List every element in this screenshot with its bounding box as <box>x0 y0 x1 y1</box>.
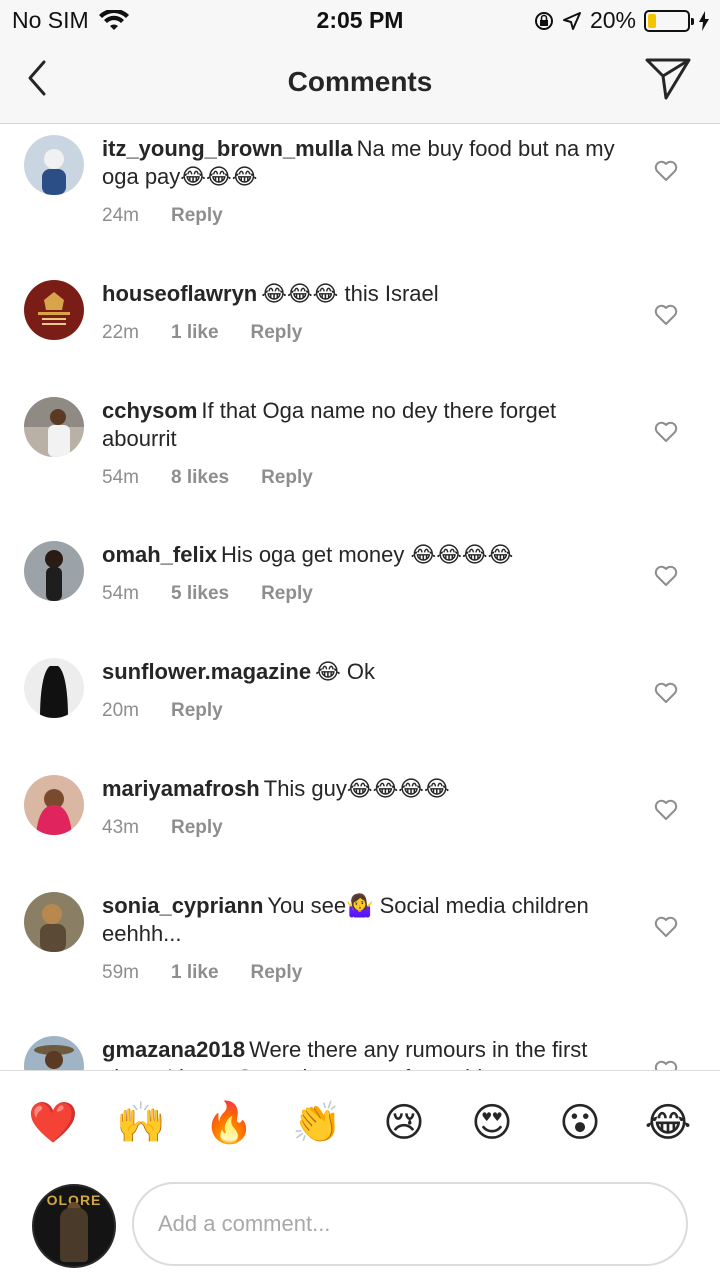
status-bar: No SIM 2:05 PM 20% <box>0 0 720 40</box>
comments-list[interactable]: itz_young_brown_mulla Na me buy food but … <box>0 125 720 1070</box>
emoji-fire-button[interactable]: 🔥 <box>204 1099 254 1147</box>
status-right: 20% <box>534 7 710 34</box>
avatar-person <box>60 1208 88 1262</box>
heart-icon[interactable] <box>654 421 678 443</box>
comment-time: 54m <box>102 583 139 604</box>
comment-likes[interactable]: 1 like <box>171 962 219 984</box>
reply-button[interactable]: Reply <box>171 205 223 227</box>
comment-meta: 59m 1 like Reply <box>102 962 622 984</box>
comment-username[interactable]: gmazana2018 <box>102 1037 245 1062</box>
reply-button[interactable]: Reply <box>261 467 313 489</box>
heart-icon[interactable] <box>654 682 678 704</box>
comment-text: omah_felix His oga get money 😂😂😂😂 <box>102 541 622 569</box>
comment-message: This guy😂😂😂😂 <box>263 776 450 801</box>
comment-time: 22m <box>102 322 139 343</box>
avatar[interactable] <box>24 135 84 195</box>
comment-body: gmazana2018 Were there any rumours in the… <box>102 1036 622 1070</box>
comment-meta: 54m 8 likes Reply <box>102 467 622 489</box>
comment-text: cchysom If that Oga name no dey there for… <box>102 397 622 453</box>
emoji-raised-hands-button[interactable]: 🙌 <box>116 1099 166 1147</box>
avatar[interactable]: OLORE <box>32 1184 116 1268</box>
reply-button[interactable]: Reply <box>171 700 223 722</box>
heart-icon[interactable] <box>654 799 678 821</box>
comment-likes[interactable]: 1 like <box>171 322 219 344</box>
comment-message: 😂 Ok <box>315 659 375 684</box>
comment-time: 24m <box>102 205 139 226</box>
comment-text: gmazana2018 Were there any rumours in the… <box>102 1036 622 1070</box>
battery-percent: 20% <box>589 7 636 33</box>
comment-message: His oga get money 😂😂😂😂 <box>220 542 514 567</box>
comment-text: itz_young_brown_mulla Na me buy food but … <box>102 135 622 191</box>
comment-username[interactable]: houseoflawryn <box>102 281 257 306</box>
comment-text: sonia_cypriann You see🤷‍♀️ Social media c… <box>102 892 622 948</box>
comment-composer: OLORE <box>0 1178 720 1280</box>
avatar[interactable] <box>24 541 84 601</box>
comment-body: itz_young_brown_mulla Na me buy food but … <box>102 135 622 227</box>
comment-text: sunflower.magazine 😂 Ok <box>102 658 622 686</box>
comment-meta: 24m Reply <box>102 205 622 227</box>
rotation-lock-icon <box>534 11 553 30</box>
comment-meta: 43m Reply <box>102 817 622 839</box>
comment-time: 43m <box>102 817 139 838</box>
avatar[interactable] <box>24 775 84 835</box>
comment-time: 54m <box>102 467 139 488</box>
page-title: Comments <box>287 66 433 97</box>
emoji-heart-button[interactable]: ❤️ <box>28 1099 78 1147</box>
comment-username[interactable]: cchysom <box>102 398 197 423</box>
reply-button[interactable]: Reply <box>251 962 303 984</box>
comment-likes[interactable]: 5 likes <box>171 583 229 605</box>
paper-plane-icon[interactable] <box>644 56 692 100</box>
reply-button[interactable]: Reply <box>171 817 223 839</box>
comment-body: sunflower.magazine 😂 Ok 20m Reply <box>102 658 622 722</box>
avatar[interactable] <box>24 658 84 718</box>
heart-icon[interactable] <box>654 304 678 326</box>
heart-icon[interactable] <box>654 916 678 938</box>
battery-icon <box>644 9 694 32</box>
charging-bolt-icon <box>699 10 709 31</box>
emoji-crying-button[interactable]: 😢 <box>380 1099 428 1147</box>
comment-username[interactable]: omah_felix <box>102 542 217 567</box>
comment-text: houseoflawryn 😂😂😂 this Israel <box>102 280 622 308</box>
comment-body: omah_felix His oga get money 😂😂😂😂 54m 5 l… <box>102 541 622 605</box>
comment-time: 20m <box>102 700 139 721</box>
avatar[interactable] <box>24 892 84 952</box>
comment-body: mariyamafrosh This guy😂😂😂😂 43m Reply <box>102 775 622 839</box>
reply-button[interactable]: Reply <box>251 322 303 344</box>
emoji-clap-button[interactable]: 👏 <box>292 1099 342 1147</box>
emoji-laughing-button[interactable]: 😂 <box>644 1099 692 1147</box>
heart-icon[interactable] <box>654 160 678 182</box>
avatar[interactable] <box>24 280 84 340</box>
comment-body: houseoflawryn 😂😂😂 this Israel 22m 1 like … <box>102 280 622 344</box>
battery-level <box>648 13 656 28</box>
comment-username[interactable]: sonia_cypriann <box>102 893 263 918</box>
location-arrow-icon <box>562 11 581 30</box>
comment-username[interactable]: mariyamafrosh <box>102 776 260 801</box>
comment-meta: 20m Reply <box>102 700 622 722</box>
comment-time: 59m <box>102 962 139 983</box>
comment-body: sonia_cypriann You see🤷‍♀️ Social media c… <box>102 892 622 984</box>
comment-text: mariyamafrosh This guy😂😂😂😂 <box>102 775 622 803</box>
emoji-quick-bar: ❤️ 🙌 🔥 👏 😢 😍 😮 😂 <box>0 1070 720 1178</box>
emoji-heart-eyes-button[interactable]: 😍 <box>468 1099 516 1147</box>
heart-icon[interactable] <box>654 565 678 587</box>
reply-button[interactable]: Reply <box>261 583 313 605</box>
comment-username[interactable]: sunflower.magazine <box>102 659 311 684</box>
comment-username[interactable]: itz_young_brown_mulla <box>102 136 353 161</box>
comment-likes[interactable]: 8 likes <box>171 467 229 489</box>
avatar[interactable] <box>24 1036 84 1070</box>
nav-bar: Comments <box>0 40 720 124</box>
heart-icon[interactable] <box>654 1060 678 1070</box>
comment-message: 😂😂😂 this Israel <box>261 281 439 306</box>
comment-input[interactable] <box>132 1182 688 1266</box>
comment-body: cchysom If that Oga name no dey there for… <box>102 397 622 489</box>
avatar[interactable] <box>24 397 84 457</box>
comment-meta: 22m 1 like Reply <box>102 322 622 344</box>
emoji-surprised-button[interactable]: 😮 <box>556 1099 604 1147</box>
comment-meta: 54m 5 likes Reply <box>102 583 622 605</box>
